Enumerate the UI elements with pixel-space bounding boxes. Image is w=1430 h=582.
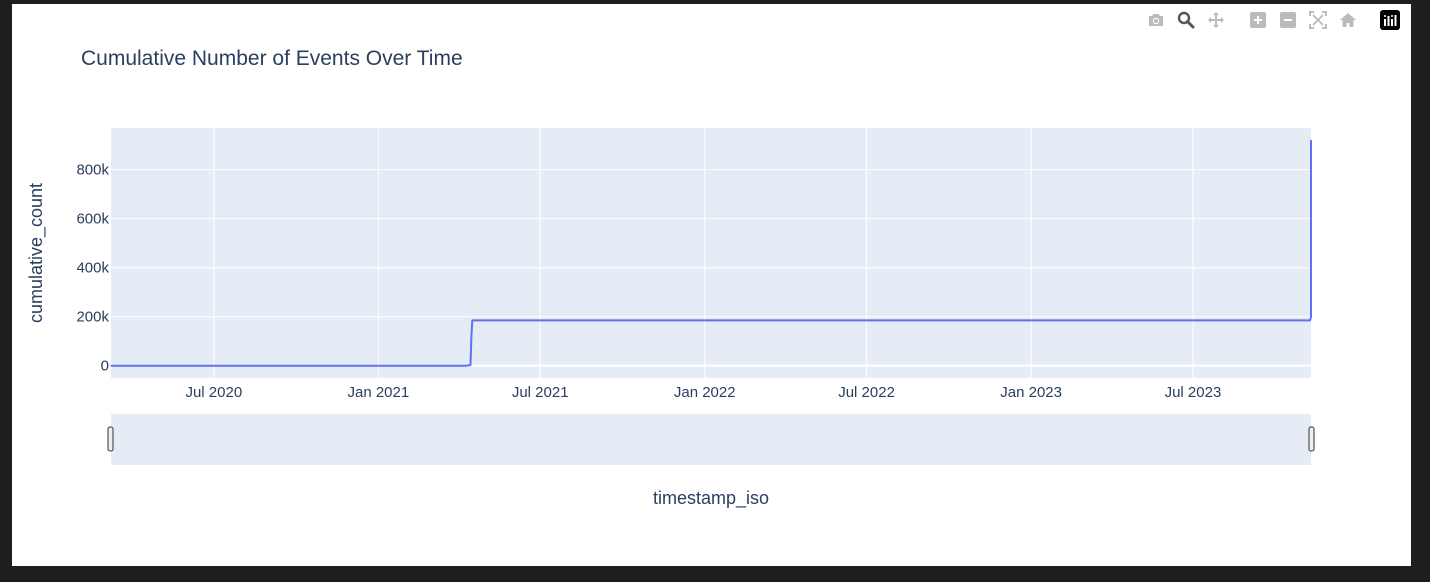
data-point [466, 365, 468, 367]
x-tick-label: Jul 2023 [1165, 384, 1222, 401]
x-tick-label: Jul 2022 [838, 384, 895, 401]
y-tick-label: 400k [76, 260, 109, 277]
pan-icon[interactable] [1201, 10, 1231, 30]
y-tick-label: 200k [76, 309, 109, 326]
zoom-out-icon[interactable] [1273, 10, 1303, 30]
y-tick-label: 0 [101, 358, 109, 375]
zoom-in-icon[interactable] [1243, 10, 1273, 30]
y-tick-labels: 0 200k 400k 600k 800k [76, 162, 109, 375]
range-slider-right-handle[interactable] [1308, 426, 1315, 452]
chart-figure: Cumulative Number of Events Over Time Ju… [12, 4, 1411, 566]
data-point [110, 365, 112, 367]
data-point [1310, 316, 1312, 318]
chart-canvas: Cumulative Number of Events Over Time Ju… [26, 47, 1315, 509]
data-point [1310, 139, 1312, 141]
autoscale-icon[interactable] [1303, 10, 1333, 30]
modebar [1141, 10, 1405, 30]
data-point [470, 335, 472, 337]
camera-icon[interactable] [1141, 10, 1171, 30]
data-point [471, 319, 473, 321]
chart-title: Cumulative Number of Events Over Time [81, 47, 463, 70]
y-tick-label: 800k [76, 162, 109, 179]
data-point [1309, 319, 1311, 321]
x-tick-labels: Jul 2020 Jan 2021 Jul 2021 Jan 2022 Jul 2022… [185, 384, 1221, 401]
x-axis-title: timestamp_iso [653, 488, 769, 509]
y-tick-label: 600k [76, 211, 109, 228]
data-point [469, 364, 472, 366]
zoom-icon[interactable] [1171, 10, 1201, 30]
x-tick-label: Jan 2021 [347, 384, 409, 401]
range-slider-track [111, 414, 1311, 465]
plotly-logo-icon[interactable] [1375, 10, 1405, 30]
x-tick-label: Jul 2021 [512, 384, 569, 401]
x-tick-label: Jul 2020 [185, 384, 242, 401]
range-slider-left-handle[interactable] [107, 426, 114, 452]
x-tick-label: Jan 2023 [1000, 384, 1062, 401]
y-axis-title: cumulative_count [26, 183, 47, 323]
x-tick-label: Jan 2022 [674, 384, 736, 401]
range-slider[interactable] [107, 414, 1315, 465]
plot-area[interactable] [111, 128, 1311, 378]
reset-axes-icon[interactable] [1333, 10, 1363, 30]
